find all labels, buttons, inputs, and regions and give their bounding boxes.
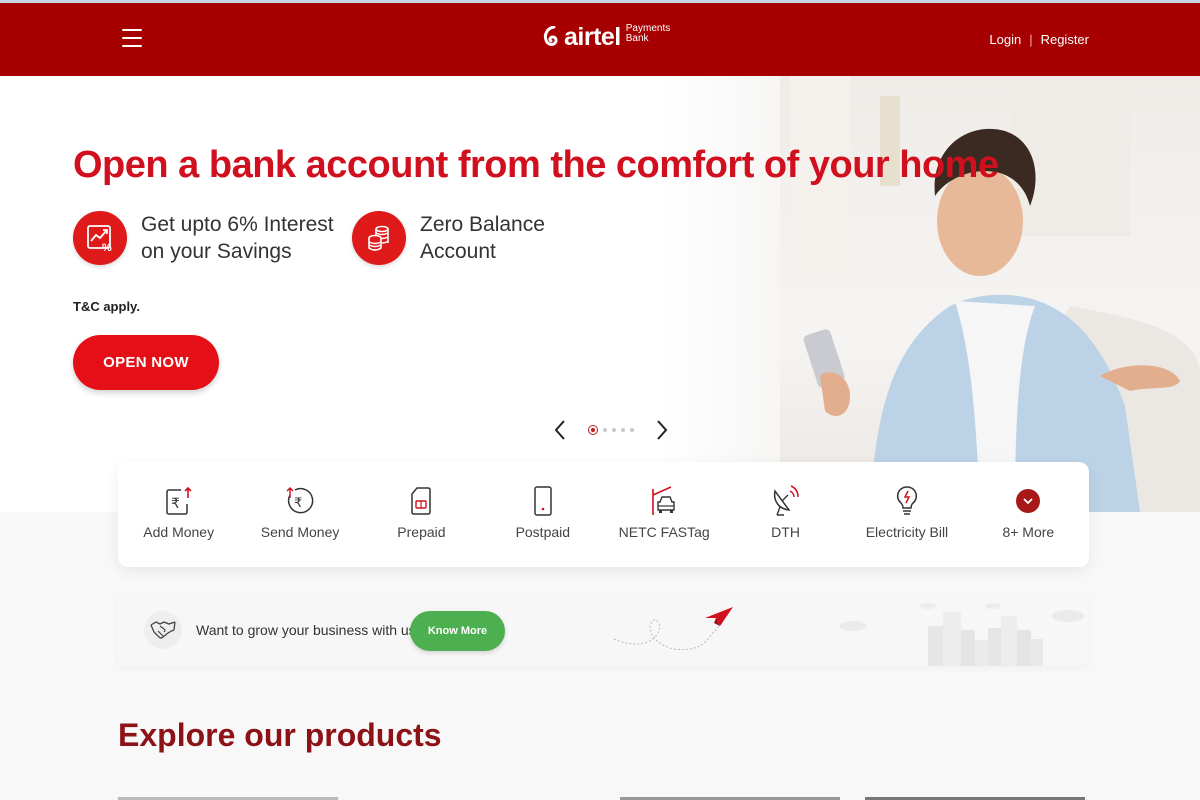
chevron-down-icon: [1016, 489, 1041, 513]
bulb-icon: [891, 485, 923, 517]
svg-text:₹: ₹: [294, 496, 302, 511]
service-electricity-bill[interactable]: Electricity Bill: [846, 462, 967, 567]
paper-plane-city-illustration: [613, 603, 1084, 666]
feature-zero-balance-text: Zero Balance Account: [420, 211, 545, 265]
service-add-money-label: Add Money: [143, 524, 215, 540]
hero-man-with-phone-image: [790, 76, 1200, 512]
service-dth[interactable]: DTH: [725, 462, 846, 567]
coins-stack-icon: [352, 211, 406, 265]
feature-interest-line1: Get upto 6% Interest: [141, 213, 334, 236]
logo-wordmark: airtel: [564, 23, 621, 51]
business-banner: Want to grow your business with us? Know…: [118, 594, 1089, 666]
login-link[interactable]: Login: [989, 32, 1021, 47]
airtel-swoosh-icon: [543, 26, 558, 46]
carousel-prev-arrow-icon[interactable]: [552, 418, 568, 442]
service-more[interactable]: 8+ More: [968, 462, 1089, 567]
toll-car-icon: [648, 485, 680, 517]
service-postpaid-label: Postpaid: [515, 524, 571, 540]
sim-card-icon: [405, 485, 437, 517]
service-prepaid[interactable]: Prepaid: [361, 462, 482, 567]
feature-interest: % Get upto 6% Interest on your Savings: [73, 211, 334, 265]
carousel-dots: [588, 425, 634, 435]
feature-interest-text: Get upto 6% Interest on your Savings: [141, 211, 334, 265]
send-money-icon: ₹: [284, 485, 316, 517]
airtel-payments-bank-logo[interactable]: airtel Payments Bank: [543, 23, 670, 51]
logo-sub-line2: Bank: [625, 33, 649, 44]
service-postpaid[interactable]: Postpaid: [482, 462, 603, 567]
feature-interest-line2: on your Savings: [141, 240, 292, 263]
service-netc-fastag[interactable]: NETC FASTag: [604, 462, 725, 567]
add-money-icon: ₹: [163, 485, 195, 517]
svg-text:₹: ₹: [171, 496, 180, 512]
service-add-money[interactable]: ₹ Add Money: [118, 462, 239, 567]
terms-note: T&C apply.: [73, 299, 140, 314]
auth-links: Login | Register: [989, 32, 1089, 47]
carousel-dot-2[interactable]: [603, 428, 607, 432]
open-now-button[interactable]: OPEN NOW: [73, 335, 219, 390]
interest-growth-icon: %: [73, 211, 127, 265]
more-icon-wrapper: [1012, 485, 1044, 517]
mobile-phone-icon: [527, 485, 559, 517]
handshake-icon: [144, 611, 182, 649]
carousel-dot-4[interactable]: [621, 428, 625, 432]
carousel-controls: [552, 418, 670, 442]
carousel-dot-3[interactable]: [612, 428, 616, 432]
quick-services-bar: ₹ Add Money ₹ Send Money Prepaid Postpai…: [118, 462, 1089, 567]
auth-separator: |: [1029, 32, 1033, 47]
satellite-dish-icon: [770, 485, 802, 517]
carousel-dot-5[interactable]: [630, 428, 634, 432]
carousel-next-arrow-icon[interactable]: [654, 418, 670, 442]
know-more-button[interactable]: Know More: [410, 611, 505, 651]
logo-subtitle: Payments Bank: [626, 24, 670, 44]
service-netc-fastag-label: NETC FASTag: [618, 524, 710, 540]
hero-title: Open a bank account from the comfort of …: [73, 144, 999, 186]
business-prompt: Want to grow your business with us?: [196, 622, 424, 638]
service-more-label: 8+ More: [1002, 524, 1055, 540]
service-send-money[interactable]: ₹ Send Money: [239, 462, 360, 567]
feature-zero-balance: Zero Balance Account: [352, 211, 545, 265]
service-dth-label: DTH: [771, 524, 800, 540]
explore-products-heading: Explore our products: [118, 717, 442, 753]
site-header: airtel Payments Bank Login | Register: [0, 3, 1200, 76]
feature-zero-balance-line1: Zero Balance: [420, 213, 545, 236]
service-send-money-label: Send Money: [260, 524, 340, 540]
service-electricity-bill-label: Electricity Bill: [865, 524, 949, 540]
service-prepaid-label: Prepaid: [397, 524, 446, 540]
feature-zero-balance-line2: Account: [420, 240, 496, 263]
carousel-dot-1[interactable]: [588, 425, 598, 435]
hamburger-menu-icon[interactable]: [122, 29, 142, 48]
register-link[interactable]: Register: [1041, 32, 1089, 47]
hero-banner: Open a bank account from the comfort of …: [0, 76, 1200, 512]
svg-text:%: %: [102, 242, 112, 253]
